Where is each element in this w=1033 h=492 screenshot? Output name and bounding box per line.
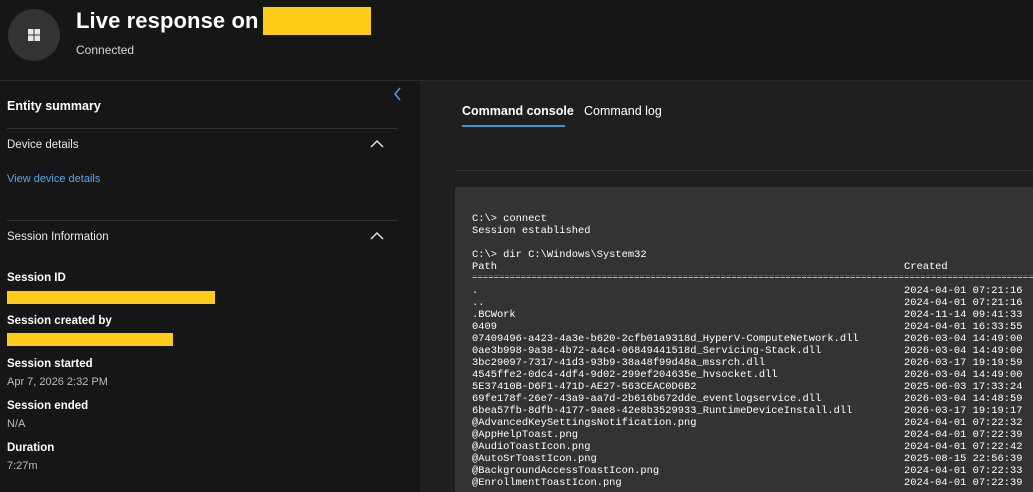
file-name: @AudioToastIcon.png — [472, 441, 591, 453]
header-separator: ========================================… — [472, 275, 1033, 279]
divider — [7, 128, 397, 129]
tab-command-log[interactable]: Command log — [584, 104, 662, 118]
session-id-label: Session ID — [7, 272, 66, 284]
list-item: 07409496-a423-4a3e-b620-2cfb01a9318d_Hyp… — [472, 333, 1033, 345]
file-name: @AppHelpToast.png — [472, 429, 579, 441]
device-details-heading[interactable]: Device details — [7, 139, 79, 151]
file-name: 07409496-a423-4a3e-b620-2cfb01a9318d_Hyp… — [472, 333, 859, 345]
file-created: 2024-04-01 07:21:16 — [904, 285, 1023, 297]
list-item: 5E37410B-D6F1-471D-AE27-563CEAC0D6B2 2025… — [472, 381, 1033, 393]
file-created: 2024-04-01 07:22:33 — [904, 465, 1023, 477]
list-item: @AudioToastIcon.png 2024-04-01 07:22:42 — [472, 441, 1033, 453]
file-name: @EnrollmentToastIcon.png — [472, 477, 622, 489]
divider — [455, 170, 1033, 171]
console-line: C:\> connect — [472, 213, 547, 225]
redacted-session-id — [7, 291, 215, 304]
file-created: 2025-08-15 22:56:39 — [904, 453, 1023, 465]
session-information-heading[interactable]: Session Information — [7, 231, 109, 243]
file-created: 2026-03-04 14:48:59 — [904, 393, 1023, 405]
chevron-up-icon[interactable] — [370, 139, 384, 149]
list-item: 69fe178f-26e7-43a9-aa7d-2b616b672dde_eve… — [472, 393, 1033, 405]
file-created: 2024-11-14 09:41:33 — [904, 309, 1023, 321]
duration-label: Duration — [7, 442, 55, 454]
file-created: 2024-04-01 07:22:32 — [904, 417, 1023, 429]
file-name: .BCWork — [472, 309, 516, 321]
file-created: 2026-03-04 14:49:00 — [904, 369, 1023, 381]
windows-icon — [28, 29, 40, 41]
file-name: 5E37410B-D6F1-471D-AE27-563CEAC0D6B2 — [472, 381, 697, 393]
file-created: 2026-03-04 14:49:00 — [904, 345, 1023, 357]
file-created: 2024-04-01 07:22:39 — [904, 477, 1023, 489]
redacted-device-name — [262, 7, 371, 35]
file-name: @AdvancedKeySettingsNotification.png — [472, 417, 697, 429]
session-ended-label: Session ended — [7, 400, 89, 412]
file-created: 2024-04-01 07:22:39 — [904, 429, 1023, 441]
list-item: .. 2024-04-01 07:21:16 — [472, 297, 1033, 309]
file-created: 2024-04-01 07:21:16 — [904, 297, 1023, 309]
page-title: Live response on — [76, 8, 259, 33]
column-header-path: Path — [472, 261, 497, 273]
connection-status: Connected — [76, 43, 135, 57]
list-item: 4545ffe2-0dc4-4df4-9d02-299ef204635e_hvs… — [472, 369, 1033, 381]
device-avatar — [8, 9, 60, 61]
list-item: @AutoSrToastIcon.png 2025-08-15 22:56:39 — [472, 453, 1033, 465]
list-item: @BackgroundAccessToastIcon.png 2024-04-01… — [472, 465, 1033, 477]
list-item: 3bc29097-7317-41d3-93b9-38a48f99d48a_mss… — [472, 357, 1033, 369]
entity-summary-heading: Entity summary — [7, 99, 101, 113]
file-name: 69fe178f-26e7-43a9-aa7d-2b616b672dde_eve… — [472, 393, 822, 405]
list-item: 6bea57fb-8dfb-4177-9ae8-42e8b3529933_Run… — [472, 405, 1033, 417]
command-console-output[interactable]: C:\> connect Session established C:\> di… — [455, 187, 1033, 492]
list-item: @AdvancedKeySettingsNotification.png 2024… — [472, 417, 1033, 429]
column-header-created: Created — [904, 261, 948, 273]
session-started-value: Apr 7, 2026 2:32 PM — [7, 376, 108, 388]
list-item: @AppHelpToast.png 2024-04-01 07:22:39 — [472, 429, 1033, 441]
session-started-label: Session started — [7, 358, 93, 370]
file-name: @BackgroundAccessToastIcon.png — [472, 465, 660, 477]
chevron-left-icon[interactable] — [391, 86, 405, 102]
file-name: 3bc29097-7317-41d3-93b9-38a48f99d48a_mss… — [472, 357, 766, 369]
tab-command-console[interactable]: Command console — [462, 104, 574, 118]
list-item: 0409 2024-04-01 16:33:55 — [472, 321, 1033, 333]
session-created-by-label: Session created by — [7, 315, 112, 327]
file-name: . — [472, 285, 479, 297]
redacted-session-creator — [7, 333, 173, 346]
page-title-wrap: Live response on — [76, 7, 371, 35]
file-name: 0ae3b998-9a38-4b72-a4c4-06849441518d_Ser… — [472, 345, 822, 357]
console-line: C:\> dir C:\Windows\System32 — [472, 249, 647, 261]
file-name: 6bea57fb-8dfb-4177-9ae8-42e8b3529933_Run… — [472, 405, 853, 417]
view-device-details-link[interactable]: View device details — [7, 173, 100, 185]
list-item: @EnrollmentToastIcon.png 2024-04-01 07:22… — [472, 477, 1033, 489]
file-created: 2026-03-04 14:49:00 — [904, 333, 1023, 345]
file-created: 2024-04-01 16:33:55 — [904, 321, 1023, 333]
active-tab-indicator — [462, 125, 565, 127]
console-line: Session established — [472, 225, 591, 237]
file-created: 2025-06-03 17:33:24 — [904, 381, 1023, 393]
list-item: . 2024-04-01 07:21:16 — [472, 285, 1033, 297]
file-name: @AutoSrToastIcon.png — [472, 453, 597, 465]
file-created: 2026-03-17 19:19:59 — [904, 357, 1023, 369]
list-item: .BCWork 2024-11-14 09:41:33 — [472, 309, 1033, 321]
file-name: 0409 — [472, 321, 497, 333]
chevron-up-icon[interactable] — [370, 231, 384, 241]
file-name: 4545ffe2-0dc4-4df4-9d02-299ef204635e_hvs… — [472, 369, 778, 381]
session-ended-value: N/A — [7, 418, 26, 430]
divider — [7, 220, 397, 221]
page-header: Live response on Connected — [0, 0, 1033, 81]
list-item: 0ae3b998-9a38-4b72-a4c4-06849441518d_Ser… — [472, 345, 1033, 357]
file-created: 2026-03-17 19:19:17 — [904, 405, 1023, 417]
duration-value: 7:27m — [7, 460, 38, 472]
file-created: 2024-04-01 07:22:42 — [904, 441, 1023, 453]
file-name: .. — [472, 297, 485, 309]
